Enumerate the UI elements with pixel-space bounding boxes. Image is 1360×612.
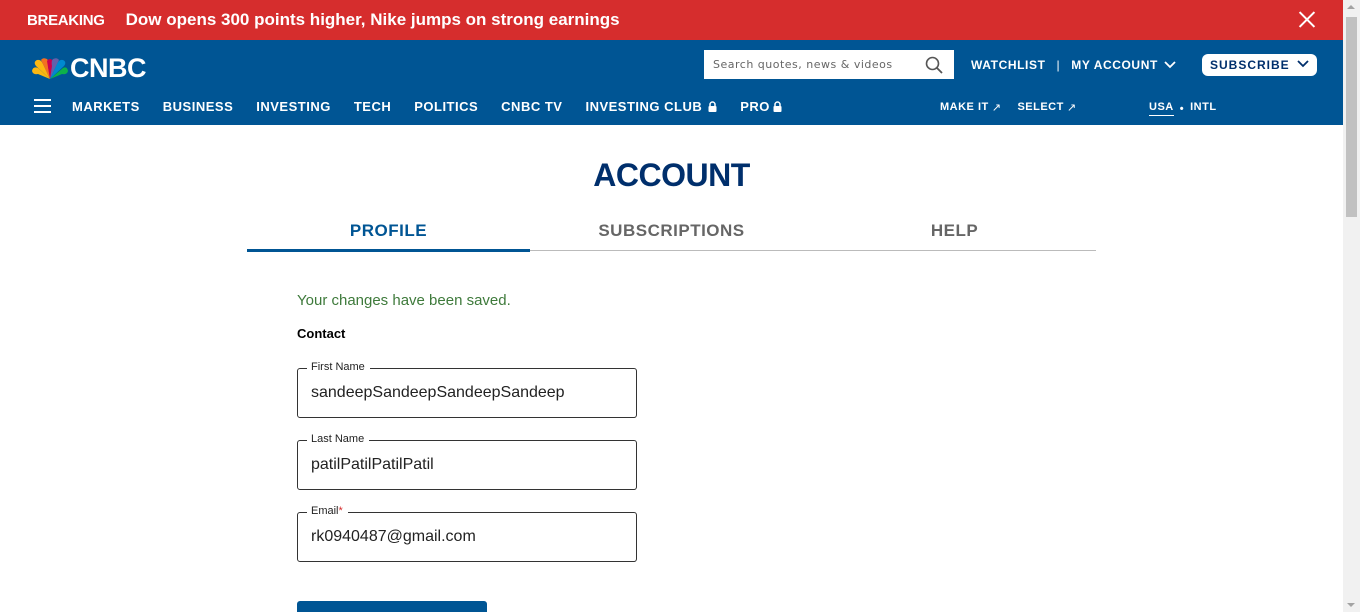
required-mark: * xyxy=(338,505,343,517)
region-intl[interactable]: INTL xyxy=(1190,101,1216,116)
breaking-tag: BREAKING xyxy=(27,11,105,29)
make-it-link[interactable]: MAKE IT ↗ xyxy=(940,101,1001,114)
external-link-icon: ↗ xyxy=(991,102,1002,114)
make-it-label: MAKE IT xyxy=(940,101,989,113)
email-input[interactable] xyxy=(311,525,621,549)
chevron-down-icon xyxy=(1297,60,1309,68)
scrollbar-thumb[interactable] xyxy=(1346,17,1357,217)
scroll-down-icon[interactable] xyxy=(1347,603,1355,607)
field-label: Last Name xyxy=(307,433,370,445)
main-nav: MARKETS BUSINESS INVESTING TECH POLITICS… xyxy=(0,97,1343,117)
nav-item-cnbc-tv[interactable]: CNBC TV xyxy=(501,99,562,114)
nav-item-investing-club[interactable]: INVESTING CLUB xyxy=(585,99,717,114)
select-link[interactable]: SELECT ↗ xyxy=(1017,101,1076,114)
nav-item-label: INVESTING CLUB xyxy=(585,99,703,114)
section-title: Contact xyxy=(297,326,346,341)
nav-item-business[interactable]: BUSINESS xyxy=(163,99,233,114)
nav-item-markets[interactable]: MARKETS xyxy=(72,99,140,114)
logo-text: CNBC xyxy=(70,53,147,83)
email-field[interactable]: Email* xyxy=(297,505,637,562)
first-name-input[interactable] xyxy=(311,381,621,405)
tab-subscriptions[interactable]: SUBSCRIPTIONS xyxy=(530,218,813,250)
page-scrollbar[interactable] xyxy=(1343,0,1360,612)
external-link-icon: ↗ xyxy=(1066,102,1077,114)
select-label: SELECT xyxy=(1017,101,1064,113)
chevron-down-icon[interactable] xyxy=(1164,61,1176,69)
breaking-headline[interactable]: Dow opens 300 points higher, Nike jumps … xyxy=(126,10,620,30)
last-name-field[interactable]: Last Name xyxy=(297,433,637,490)
first-name-field[interactable]: First Name xyxy=(297,361,637,418)
nav-item-investing[interactable]: INVESTING xyxy=(256,99,331,114)
peacock-icon xyxy=(32,57,68,79)
lock-icon xyxy=(773,101,782,112)
search-icon[interactable] xyxy=(925,56,943,74)
close-icon[interactable] xyxy=(1297,9,1317,29)
save-button[interactable] xyxy=(297,601,487,612)
nav-items: MARKETS BUSINESS INVESTING TECH POLITICS… xyxy=(72,99,805,114)
field-label: Email* xyxy=(307,505,348,517)
watchlist-link[interactable]: WATCHLIST xyxy=(971,58,1046,72)
account-tabs: PROFILE SUBSCRIPTIONS HELP xyxy=(247,218,1096,252)
region-switcher: USA • INTL xyxy=(1149,101,1217,116)
success-message: Your changes have been saved. xyxy=(297,292,511,309)
my-account-link[interactable]: MY ACCOUNT xyxy=(1071,58,1158,72)
last-name-input[interactable] xyxy=(311,453,621,477)
separator: | xyxy=(1056,58,1061,72)
nav-item-pro[interactable]: PRO xyxy=(740,99,782,114)
search-input[interactable] xyxy=(704,51,914,78)
page-title: ACCOUNT xyxy=(593,157,750,193)
subscribe-label: SUBSCRIBE xyxy=(1210,58,1290,72)
cnbc-logo[interactable]: CNBC xyxy=(32,53,147,84)
search-box[interactable] xyxy=(704,50,954,79)
lock-icon xyxy=(708,101,717,112)
site-header: CNBC WATCHLIST | MY ACCOUNT SUBSCRIBE MA… xyxy=(0,40,1343,125)
field-label: First Name xyxy=(307,361,370,373)
hamburger-menu-icon[interactable] xyxy=(34,98,51,113)
email-label: Email xyxy=(311,505,339,517)
subscribe-button[interactable]: SUBSCRIBE xyxy=(1202,54,1317,76)
breaking-news-banner[interactable]: BREAKING Dow opens 300 points higher, Ni… xyxy=(0,0,1343,40)
region-dot: • xyxy=(1179,102,1185,115)
partner-links: MAKE IT ↗ SELECT ↗ xyxy=(940,101,1093,114)
tab-profile[interactable]: PROFILE xyxy=(247,218,530,252)
scroll-up-icon[interactable] xyxy=(1347,5,1355,9)
nav-item-politics[interactable]: POLITICS xyxy=(414,99,478,114)
account-links: WATCHLIST | MY ACCOUNT xyxy=(971,58,1176,72)
tab-help[interactable]: HELP xyxy=(813,218,1096,250)
nav-item-tech[interactable]: TECH xyxy=(354,99,391,114)
nav-item-label: PRO xyxy=(740,99,770,114)
region-usa[interactable]: USA xyxy=(1149,101,1174,116)
